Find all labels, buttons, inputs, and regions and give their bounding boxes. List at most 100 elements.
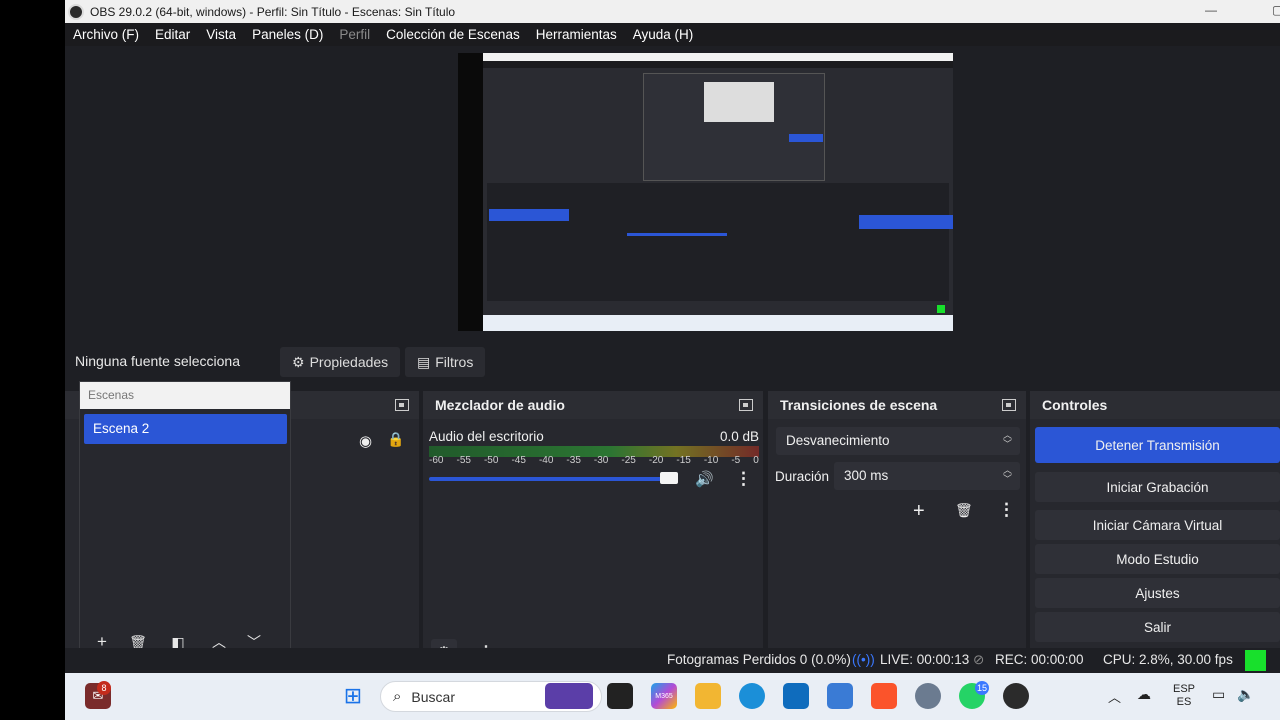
preview-cpu-indicator xyxy=(937,305,945,313)
preview-scene-highlight xyxy=(489,209,569,221)
scale-tick: -20 xyxy=(648,455,664,466)
scene-item[interactable]: Escena 2 xyxy=(84,414,287,444)
preview-screen-capture xyxy=(483,53,953,331)
language-top: ESP xyxy=(1173,683,1196,695)
remove-transition-icon[interactable]: 🗑 xyxy=(955,502,973,519)
scale-tick: -5 xyxy=(731,455,741,466)
file-explorer-icon[interactable] xyxy=(695,683,721,709)
menu-bar: Archivo (F) Editar Vista Paneles (D) Per… xyxy=(65,23,1280,46)
menu-herramientas[interactable]: Herramientas xyxy=(536,27,617,42)
transition-menu-icon[interactable]: ⋮ xyxy=(998,500,1015,520)
eye-icon[interactable]: ◉ xyxy=(359,432,372,450)
chevron-up-icon[interactable]: ︿ xyxy=(1108,687,1121,706)
microsoft-store-icon[interactable] xyxy=(827,683,853,709)
audio-meter-scale: -60 -55 -50 -45 -40 -35 -30 -25 -20 -15 … xyxy=(429,455,759,466)
menu-coleccion-escenas[interactable]: Colección de Escenas xyxy=(386,27,520,42)
preview-taskbar xyxy=(483,315,953,331)
scale-tick: -30 xyxy=(593,455,609,466)
audio-mixer-header: Mezclador de audio xyxy=(423,391,763,419)
maximize-icon[interactable]: ▢ xyxy=(1272,3,1280,17)
studio-mode-button[interactable]: Modo Estudio xyxy=(1035,544,1280,574)
audio-channel-name: Audio del escritorio xyxy=(429,429,544,444)
search-icon: ⌕ xyxy=(393,688,402,705)
task-view-icon[interactable] xyxy=(607,683,633,709)
m365-label: M365 xyxy=(655,692,673,700)
filters-label: Filtros xyxy=(435,354,474,370)
volume-slider-handle[interactable] xyxy=(660,472,678,484)
exit-button[interactable]: Salir xyxy=(1035,612,1280,642)
scale-tick: -50 xyxy=(483,455,499,466)
preview-docks xyxy=(487,183,953,301)
speaker-icon[interactable]: 🔊 xyxy=(695,470,714,488)
no-source-label: Ninguna fuente selecciona xyxy=(75,353,241,369)
stop-streaming-button[interactable]: Detener Transmisión xyxy=(1035,427,1280,463)
notification-badge: 8 xyxy=(97,681,111,695)
brave-icon[interactable] xyxy=(871,683,897,709)
m365-icon[interactable]: M365 xyxy=(651,683,677,709)
obs-logo-icon xyxy=(68,3,84,20)
preview-titlebar xyxy=(483,53,953,61)
duration-spinbox[interactable]: 300 ms ︿ ﹀ xyxy=(834,462,1020,490)
transition-select[interactable]: Desvanecimiento ︿ ﹀ xyxy=(776,427,1020,455)
settings-gear-icon[interactable] xyxy=(915,683,941,709)
audio-mixer-title: Mezclador de audio xyxy=(435,397,565,413)
start-virtual-camera-button[interactable]: Iniciar Cámara Virtual xyxy=(1035,510,1280,540)
scale-tick: -60 xyxy=(429,455,444,466)
scale-tick: -55 xyxy=(456,455,471,466)
scenes-dock[interactable]: Escenas Escena 2 + 🗑 ◧ ︿ ﹀ xyxy=(79,381,291,664)
duration-label: Duración xyxy=(775,469,830,484)
search-placeholder: Buscar xyxy=(411,688,455,705)
edge-icon[interactable] xyxy=(739,683,765,709)
dock-float-icon[interactable] xyxy=(395,399,409,411)
channel-menu-icon[interactable]: ⋮ xyxy=(735,469,752,489)
search-highlight-icon xyxy=(545,683,593,709)
preview-menubar xyxy=(483,61,953,68)
network-icon[interactable]: ☁ xyxy=(1137,686,1151,703)
scale-tick: -35 xyxy=(566,455,581,466)
volume-slider[interactable] xyxy=(429,477,678,481)
language-indicator[interactable]: ESP ES xyxy=(1173,683,1195,709)
obs-taskbar-icon[interactable] xyxy=(1003,683,1029,709)
outlook-icon[interactable] xyxy=(783,683,809,709)
spin-arrows-icon: ︿ ﹀ xyxy=(1002,465,1012,484)
properties-button[interactable]: ⚙ Propiedades xyxy=(280,347,401,377)
status-bar: Fotogramas Perdidos 0 (0.0%) ((•)) LIVE:… xyxy=(65,648,1280,673)
dock-float-icon[interactable] xyxy=(1002,399,1016,411)
windows-taskbar: ✉ 8 ⊞ ⌕ Buscar M365 15 ︿ ☁ ESP ES ▭ 🔈 xyxy=(65,673,1280,720)
transitions-title: Transiciones de escena xyxy=(780,397,938,413)
menu-editar[interactable]: Editar xyxy=(155,27,190,42)
language-bottom: ES xyxy=(1176,696,1192,708)
preview-canvas[interactable] xyxy=(458,53,953,331)
start-recording-button[interactable]: Iniciar Grabación xyxy=(1035,472,1280,502)
minimize-icon[interactable]: — xyxy=(1205,3,1217,17)
preview-nested-preview xyxy=(704,82,774,122)
gear-icon: ⚙ xyxy=(292,353,305,370)
menu-paneles[interactable]: Paneles (D) xyxy=(252,27,323,42)
scenes-header: Escenas xyxy=(80,382,290,409)
lock-icon[interactable]: 🔒 xyxy=(387,431,404,448)
menu-perfil[interactable]: Perfil xyxy=(339,27,370,42)
menu-archivo[interactable]: Archivo (F) xyxy=(73,27,139,42)
preview-nested-window xyxy=(643,73,825,181)
scale-tick: -40 xyxy=(538,455,554,466)
scale-tick: -10 xyxy=(703,455,719,466)
menu-ayuda[interactable]: Ayuda (H) xyxy=(633,27,694,42)
rec-icon: ⊘ xyxy=(973,652,985,667)
controls-title: Controles xyxy=(1042,397,1108,413)
transition-selected: Desvanecimiento xyxy=(786,433,890,448)
dock-float-icon[interactable] xyxy=(739,399,753,411)
volume-icon[interactable]: 🔈 xyxy=(1237,686,1254,703)
display-icon[interactable]: ▭ xyxy=(1212,686,1225,703)
settings-button[interactable]: Ajustes xyxy=(1035,578,1280,608)
scale-tick: -45 xyxy=(511,455,526,466)
windows-start-icon[interactable]: ⊞ xyxy=(340,683,366,709)
menu-vista[interactable]: Vista xyxy=(206,27,236,42)
preview-nested-button xyxy=(789,134,823,142)
add-transition-icon[interactable]: + xyxy=(913,500,925,523)
live-timer: LIVE: 00:00:13 xyxy=(880,652,970,667)
select-arrows-icon: ︿ ﹀ xyxy=(1002,430,1012,449)
source-toolbar: Ninguna fuente selecciona ⚙ Propiedades … xyxy=(65,341,1280,381)
filters-button[interactable]: ▤ Filtros xyxy=(405,347,486,377)
dropped-frames: Fotogramas Perdidos 0 (0.0%) xyxy=(667,652,851,667)
controls-header: Controles xyxy=(1030,391,1280,419)
